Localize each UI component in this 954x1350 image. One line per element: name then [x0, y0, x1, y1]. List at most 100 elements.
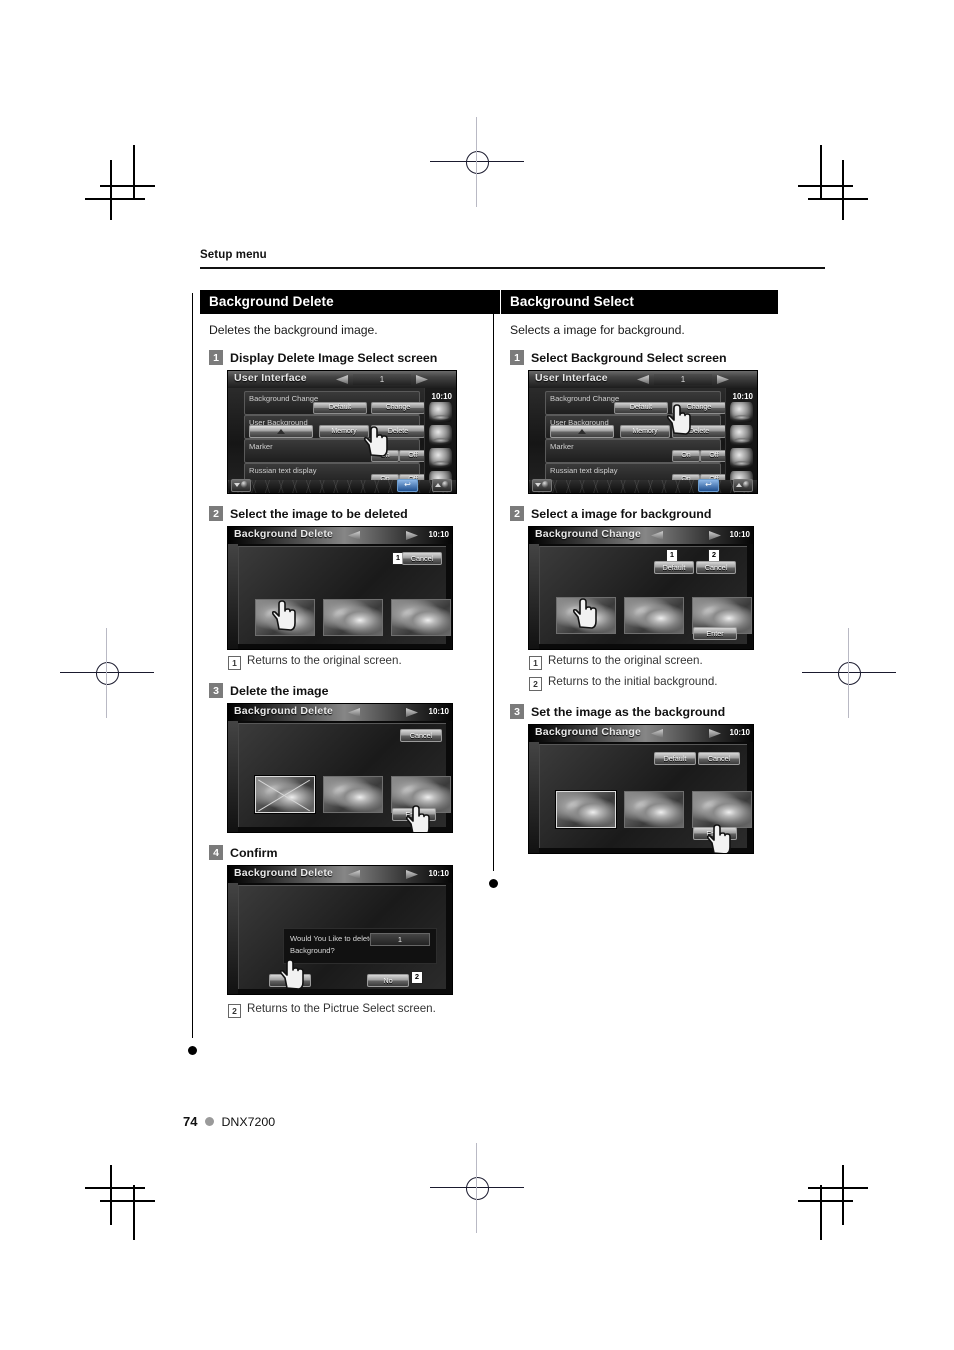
confirm-message-line1: Would You Like to delete [290, 934, 374, 943]
marker-on-button[interactable]: On [371, 450, 399, 462]
audio-disc-icon[interactable] [429, 448, 452, 468]
prev-page-arrow-icon[interactable] [651, 729, 663, 738]
left-column-end-dot [188, 1046, 197, 1055]
default-button[interactable]: Default [654, 752, 696, 765]
cancel-button[interactable]: Cancel [698, 752, 740, 765]
row-user-background: User Background Memory Delete [545, 415, 726, 439]
no-button[interactable]: No [367, 974, 409, 987]
cancel-button[interactable]: Cancel [402, 552, 442, 565]
next-page-arrow-icon[interactable] [406, 870, 418, 879]
memory-button[interactable]: Memory [319, 425, 369, 438]
prev-page-arrow-icon[interactable] [348, 531, 360, 540]
thumbnail-1-selected[interactable] [556, 791, 616, 828]
manual-page: Setup menu Background Delete Deletes the… [0, 0, 954, 1350]
thumbnail-3[interactable] [391, 599, 451, 636]
step-number-badge: 3 [209, 683, 223, 698]
next-page-arrow-icon[interactable] [406, 531, 418, 540]
prev-page-arrow-icon[interactable] [336, 375, 348, 384]
audio-disc-icon[interactable] [730, 448, 753, 468]
volume-up-knob[interactable] [733, 479, 753, 492]
screen-title-bar: Background Change 10:10 [529, 527, 753, 544]
picture-select-frame: Cancel Enter [238, 723, 451, 827]
default-button[interactable]: Default [614, 402, 668, 414]
row-label: Russian text display [249, 466, 317, 475]
marker-on-button[interactable]: On [672, 450, 700, 462]
step-2-heading: 2 Select the image to be deleted [209, 506, 500, 521]
section-desc-background-select: Selects a image for background. [510, 323, 685, 337]
marker-off-button[interactable]: Off [399, 450, 427, 462]
screenshot-user-interface-delete: User Interface 1 Background Change Defau… [228, 371, 456, 493]
note-number: 1 [529, 656, 542, 670]
cancel-button[interactable]: Cancel [400, 729, 442, 742]
navigation-icon[interactable] [730, 425, 753, 445]
clock: 10:10 [428, 869, 449, 878]
step-3-heading: 3 Delete the image [209, 683, 500, 698]
model-name: DNX7200 [221, 1114, 276, 1129]
default-button[interactable]: Default [654, 561, 694, 574]
scroll-up-button[interactable] [249, 425, 313, 438]
scroll-up-button[interactable] [550, 425, 614, 438]
default-button[interactable]: Default [313, 402, 367, 414]
navigation-icon[interactable] [429, 425, 452, 445]
screen-title-bar: Background Delete 10:10 [228, 704, 452, 721]
step-4-heading: 4 Confirm [209, 845, 500, 860]
volume-down-knob[interactable] [532, 479, 552, 492]
registration-mark-bottom [430, 1143, 524, 1233]
next-page-arrow-icon[interactable] [709, 531, 721, 540]
screen-title-bar: Background Delete 10:10 [228, 866, 452, 883]
delete-button[interactable]: Delete [371, 425, 425, 438]
next-page-arrow-icon[interactable] [406, 708, 418, 717]
step-number-badge: 1 [209, 350, 223, 365]
header-rule [200, 267, 825, 269]
picture-select-frame: Default Cancel Enter [539, 744, 752, 848]
screenshot-background-delete-select: Background Delete 10:10 1 Cancel [228, 527, 452, 649]
change-button[interactable]: Change [672, 402, 726, 414]
confirm-value: 1 [370, 933, 430, 946]
step-number-badge: 4 [209, 845, 223, 860]
thumbnail-1-marked-for-delete[interactable] [255, 776, 315, 813]
thumbnail-2[interactable] [323, 599, 383, 636]
thumbnail-2[interactable] [624, 791, 684, 828]
enter-button[interactable]: Enter [693, 827, 737, 840]
note-number: 2 [228, 1004, 241, 1018]
change-button[interactable]: Change [371, 402, 425, 414]
screen-title-bar: User Interface 1 [529, 371, 757, 388]
row-background-change: Background Change Default Change [545, 391, 726, 415]
volume-up-knob[interactable] [432, 479, 452, 492]
confirm-dialog-frame: Would You Like to delete Background? 1 Y… [238, 885, 446, 989]
screen-title-bar: User Interface 1 [228, 371, 456, 388]
volume-down-knob[interactable] [231, 479, 251, 492]
next-page-arrow-icon[interactable] [717, 375, 729, 384]
screen-title-bar: Background Delete 10:10 [228, 527, 452, 544]
cancel-button[interactable]: Cancel [696, 561, 736, 574]
section-title-background-select: Background Select [501, 290, 778, 314]
step-title: Display Delete Image Select screen [230, 350, 438, 365]
section-desc-background-delete: Deletes the background image. [209, 323, 378, 337]
thumbnail-1[interactable] [255, 599, 315, 636]
return-button[interactable]: ↩ [397, 479, 418, 492]
enter-button[interactable]: Enter [693, 627, 737, 640]
thumbnail-2[interactable] [323, 776, 383, 813]
thumbnail-1[interactable] [556, 597, 616, 634]
prev-page-arrow-icon[interactable] [651, 531, 663, 540]
delete-button[interactable]: Delete [672, 425, 726, 438]
row-marker: Marker On Off [244, 439, 427, 463]
prev-page-arrow-icon[interactable] [348, 708, 360, 717]
prev-page-arrow-icon[interactable] [637, 375, 649, 384]
next-page-arrow-icon[interactable] [709, 729, 721, 738]
return-button[interactable]: ↩ [698, 479, 719, 492]
thumbnail-3[interactable] [692, 791, 752, 828]
enter-button[interactable]: Enter [392, 808, 436, 821]
row-label: Marker [249, 442, 273, 451]
yes-button[interactable]: Yes [269, 974, 311, 987]
menu-grid-icon[interactable] [730, 402, 753, 422]
registration-mark-left [60, 628, 154, 718]
thumbnail-2[interactable] [624, 597, 684, 634]
memory-button[interactable]: Memory [620, 425, 670, 438]
next-page-arrow-icon[interactable] [416, 375, 428, 384]
source-icon-rail: 10:10 [725, 388, 757, 493]
screen-left-edge [228, 544, 238, 649]
marker-off-button[interactable]: Off [700, 450, 728, 462]
prev-page-arrow-icon[interactable] [348, 870, 360, 879]
menu-grid-icon[interactable] [429, 402, 452, 422]
